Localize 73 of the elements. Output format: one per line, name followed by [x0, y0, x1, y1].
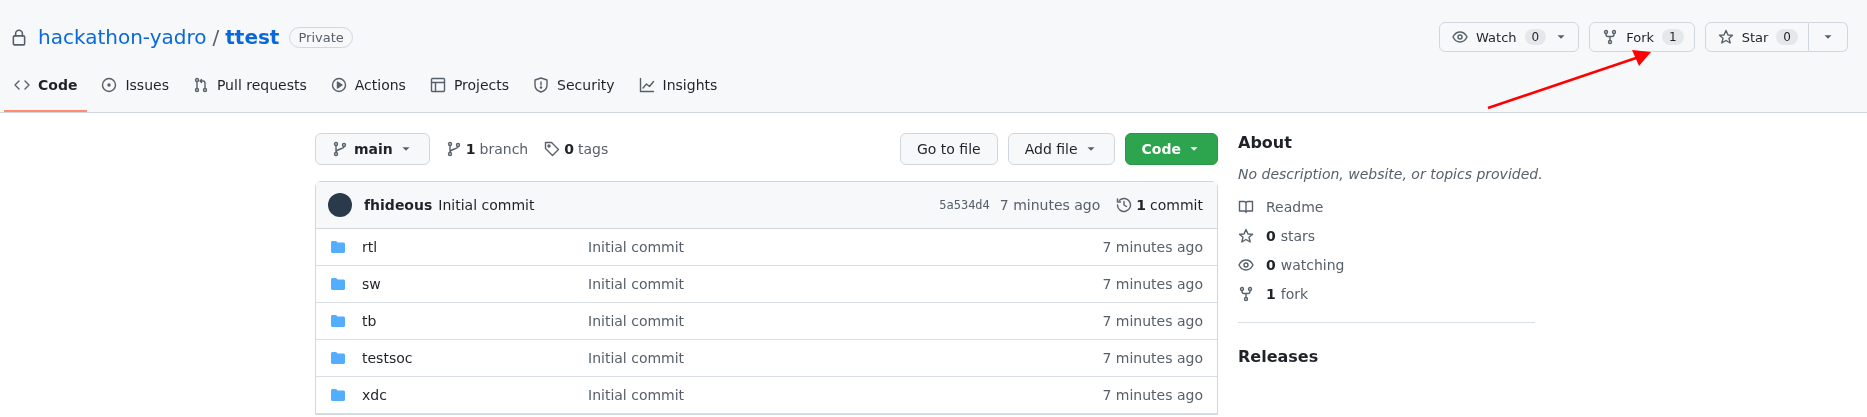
file-name-link[interactable]: xdc	[362, 387, 588, 403]
commit-message-link[interactable]: Initial commit	[588, 276, 1103, 292]
folder-icon	[330, 313, 346, 329]
tags-link[interactable]: 0 tags	[544, 141, 609, 157]
toolbar-button[interactable]: Go to file	[900, 133, 998, 165]
star-button[interactable]: Star 0	[1704, 22, 1809, 52]
lock-icon	[10, 28, 28, 46]
history-icon	[1116, 197, 1133, 213]
nav-tab[interactable]: Code	[4, 60, 88, 112]
releases-heading: Releases	[1238, 347, 1320, 366]
file-name-link[interactable]: tb	[362, 313, 588, 329]
toolbar-button[interactable]: Add file	[1007, 133, 1115, 165]
nav-tab[interactable]: Issues	[91, 60, 179, 112]
commits-link[interactable]: 1 commit	[1116, 197, 1203, 213]
eye-icon	[1452, 29, 1469, 45]
commit-hash[interactable]: 5a534d4	[939, 198, 990, 212]
repo-name-link[interactable]: ttest	[225, 25, 280, 49]
branch-select-button[interactable]: main	[315, 133, 430, 165]
commit-time: 7 minutes ago	[1102, 313, 1203, 329]
file-name-link[interactable]: rtl	[362, 239, 588, 255]
fork-icon	[1238, 285, 1254, 302]
commit-time: 7 minutes ago	[1102, 350, 1203, 366]
commit-message-link[interactable]: Initial commit	[588, 387, 1103, 403]
tag-icon	[544, 141, 561, 157]
nav-tab[interactable]: Projects	[419, 60, 520, 112]
file-name-link[interactable]: sw	[362, 276, 588, 292]
path-separator: /	[212, 25, 220, 49]
commit-time: 7 minutes ago	[999, 197, 1101, 213]
folder-icon	[330, 350, 346, 366]
counter: 0	[1524, 29, 1547, 45]
commit-time: 7 minutes ago	[1102, 387, 1203, 403]
nav-tab[interactable]: Security	[523, 60, 625, 112]
book-icon	[1238, 198, 1254, 215]
branches-link[interactable]: 1 branch	[445, 141, 529, 157]
folder-icon	[330, 387, 346, 403]
fork-button[interactable]: Fork 1	[1589, 22, 1695, 52]
commit-message-link[interactable]: Initial commit	[588, 239, 1103, 255]
dropdown-button[interactable]	[1809, 22, 1848, 52]
commit-time: 7 minutes ago	[1102, 239, 1203, 255]
play-icon	[330, 77, 347, 93]
commit-message: Initial commit	[438, 197, 535, 213]
commit-message-link[interactable]: Initial commit	[588, 350, 1103, 366]
commit-author[interactable]: fhideous	[364, 197, 433, 213]
nav-tab[interactable]: Insights	[628, 60, 728, 112]
graph-icon	[638, 77, 655, 93]
avatar	[328, 193, 352, 217]
repo-description: No description, website, or topics provided.	[1238, 166, 1543, 182]
counter: 1	[1662, 29, 1684, 45]
shield-icon	[533, 77, 550, 93]
commit-time: 7 minutes ago	[1102, 276, 1203, 292]
folder-icon	[330, 239, 346, 255]
watch-button[interactable]: Watch 0	[1439, 22, 1580, 52]
folder-icon	[330, 276, 346, 292]
branch-icon	[332, 141, 348, 157]
nav-tab[interactable]: Pull requests	[182, 60, 317, 112]
about-link[interactable]: 0 stars	[1238, 221, 1543, 250]
branch-icon	[445, 141, 462, 157]
counter: 0	[1776, 29, 1798, 45]
pull-request-icon	[192, 77, 209, 93]
about-heading: About	[1238, 133, 1293, 152]
repo-owner-link[interactable]: hackathon-yadro	[38, 25, 207, 49]
about-link[interactable]: 0 watching	[1238, 250, 1543, 279]
about-link[interactable]: Readme	[1238, 192, 1543, 221]
table-icon	[429, 77, 446, 93]
file-name-link[interactable]: testsoc	[362, 350, 588, 366]
issue-icon	[101, 77, 118, 93]
nav-tab[interactable]: Actions	[320, 60, 416, 112]
star-icon	[1238, 227, 1254, 244]
fork-icon	[1602, 29, 1619, 45]
about-link[interactable]: 1 fork	[1238, 279, 1543, 308]
eye-icon	[1238, 256, 1254, 273]
commit-message-link[interactable]: Initial commit	[588, 313, 1103, 329]
star-icon	[1717, 29, 1734, 45]
